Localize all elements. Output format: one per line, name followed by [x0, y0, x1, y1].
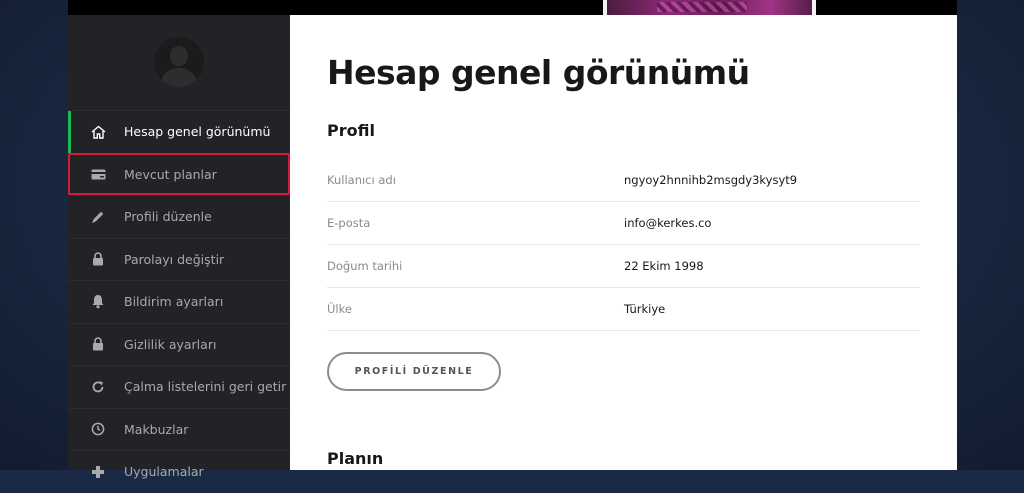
- top-banner: [68, 0, 957, 15]
- profile-row-label: Kullanıcı adı: [327, 173, 396, 187]
- credit-card-icon: [90, 166, 106, 182]
- profile-row-label: Ülke: [327, 302, 352, 316]
- profile-row-email: E-posta info@kerkes.co: [327, 202, 920, 245]
- app-window: Hesap genel görünümü Mevcut planlar Prof…: [68, 0, 957, 479]
- sidebar-item-privacy-settings[interactable]: Gizlilik ayarları: [68, 322, 290, 366]
- pencil-icon: [90, 209, 106, 225]
- refresh-icon: [90, 379, 106, 395]
- sidebar-item-label: Parolayı değiştir: [124, 251, 225, 267]
- sidebar: Hesap genel görünümü Mevcut planlar Prof…: [68, 15, 290, 479]
- sidebar-nav: Hesap genel görünümü Mevcut planlar Prof…: [68, 110, 290, 493]
- sidebar-item-notification-settings[interactable]: Bildirim ayarları: [68, 280, 290, 323]
- home-icon: [90, 124, 106, 140]
- lock-icon: [90, 251, 106, 267]
- main-content: Hesap genel görünümü Profil Kullanıcı ad…: [290, 15, 957, 470]
- profile-row-country: Ülke Türkiye: [327, 288, 920, 331]
- sidebar-item-label: Profili düzenle: [124, 209, 212, 225]
- avatar-body-shape: [161, 68, 197, 87]
- sidebar-item-label: Gizlilik ayarları: [124, 336, 217, 352]
- sidebar-item-label: Uygulamalar: [124, 464, 204, 480]
- profile-row-value: 22 Ekim 1998: [624, 259, 704, 273]
- puzzle-icon: [90, 464, 106, 480]
- profile-section-title: Profil: [327, 121, 375, 140]
- edit-profile-button[interactable]: PROFİLİ DÜZENLE: [327, 352, 501, 391]
- sidebar-item-account-overview[interactable]: Hesap genel görünümü: [68, 110, 290, 153]
- sidebar-item-label: Çalma listelerini geri getir: [124, 379, 287, 395]
- profile-row-value: Türkiye: [624, 302, 666, 316]
- avatar-head-shape: [170, 46, 188, 66]
- sidebar-item-recover-playlists[interactable]: Çalma listelerini geri getir: [68, 365, 290, 408]
- avatar[interactable]: [154, 37, 204, 87]
- page-title: Hesap genel görünümü: [327, 53, 750, 92]
- sidebar-item-label: Mevcut planlar: [124, 166, 217, 182]
- profile-row-label: E-posta: [327, 216, 371, 230]
- clock-icon: [90, 421, 106, 437]
- profile-row-label: Doğum tarihi: [327, 259, 403, 273]
- profile-table: Kullanıcı adı ngyoy2hnnihb2msgdy3kysyt9 …: [327, 159, 920, 331]
- album-art-image: [603, 0, 816, 15]
- sidebar-item-change-password[interactable]: Parolayı değiştir: [68, 237, 290, 281]
- profile-row-value: ngyoy2hnnihb2msgdy3kysyt9: [624, 173, 798, 187]
- profile-row-username: Kullanıcı adı ngyoy2hnnihb2msgdy3kysyt9: [327, 159, 920, 202]
- sidebar-item-receipts[interactable]: Makbuzlar: [68, 407, 290, 451]
- profile-row-value: info@kerkes.co: [624, 216, 712, 230]
- sidebar-item-available-plans[interactable]: Mevcut planlar: [68, 152, 290, 195]
- plan-section-title: Planın: [327, 449, 384, 468]
- sidebar-item-label: Bildirim ayarları: [124, 294, 224, 310]
- sidebar-item-label: Makbuzlar: [124, 421, 189, 437]
- bell-icon: [90, 294, 106, 310]
- profile-row-birthdate: Doğum tarihi 22 Ekim 1998: [327, 245, 920, 288]
- sidebar-item-apps[interactable]: Uygulamalar: [68, 450, 290, 493]
- sidebar-item-edit-profile[interactable]: Profili düzenle: [68, 195, 290, 238]
- sidebar-item-label: Hesap genel görünümü: [124, 124, 271, 140]
- lock-icon: [90, 336, 106, 352]
